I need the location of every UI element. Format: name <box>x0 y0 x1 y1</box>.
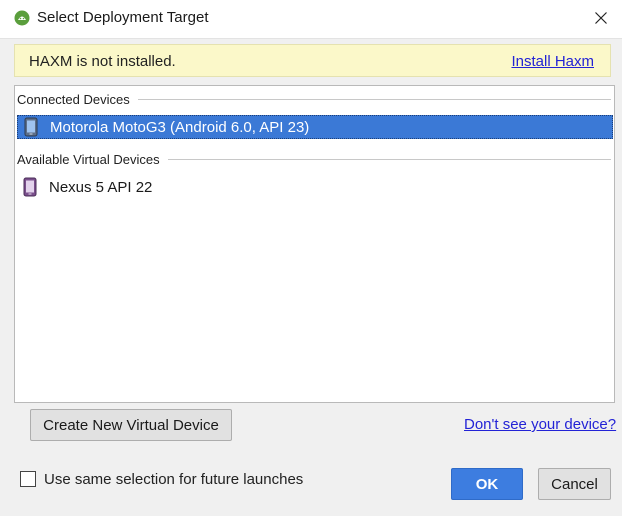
device-row-nexus-5-api-22[interactable]: Nexus 5 API 22 <box>17 175 613 199</box>
connected-devices-header: Connected Devices <box>17 92 611 107</box>
divider <box>167 159 611 160</box>
window-title: Select Deployment Target <box>37 9 209 26</box>
remember-selection-label: Use same selection for future launches <box>44 471 304 488</box>
device-name: Motorola MotoG3 (Android 6.0, API 23) <box>50 118 310 136</box>
available-virtual-devices-header: Available Virtual Devices <box>17 152 611 167</box>
close-button[interactable] <box>586 4 616 32</box>
haxm-warning-message: HAXM is not installed. <box>29 53 176 70</box>
title-bar: Select Deployment Target <box>0 0 622 39</box>
install-haxm-link[interactable]: Install Haxm <box>511 53 594 70</box>
android-studio-icon <box>14 10 30 26</box>
create-new-virtual-device-button[interactable]: Create New Virtual Device <box>30 409 232 441</box>
remember-selection-checkbox[interactable] <box>20 471 36 487</box>
device-list: Connected Devices Motorola MotoG3 (Andro… <box>14 85 615 403</box>
available-virtual-devices-label: Available Virtual Devices <box>17 152 160 167</box>
divider <box>137 99 611 100</box>
dont-see-device-link[interactable]: Don't see your device? <box>464 416 616 433</box>
close-icon <box>595 12 607 24</box>
phone-icon <box>24 117 38 137</box>
haxm-warning-banner: HAXM is not installed. Install Haxm <box>14 44 611 77</box>
connected-devices-label: Connected Devices <box>17 92 130 107</box>
emulator-phone-icon <box>23 177 37 197</box>
device-row-motorola-motog3[interactable]: Motorola MotoG3 (Android 6.0, API 23) <box>17 115 613 139</box>
device-name: Nexus 5 API 22 <box>49 178 153 196</box>
cancel-button[interactable]: Cancel <box>538 468 611 500</box>
ok-button[interactable]: OK <box>451 468 523 500</box>
